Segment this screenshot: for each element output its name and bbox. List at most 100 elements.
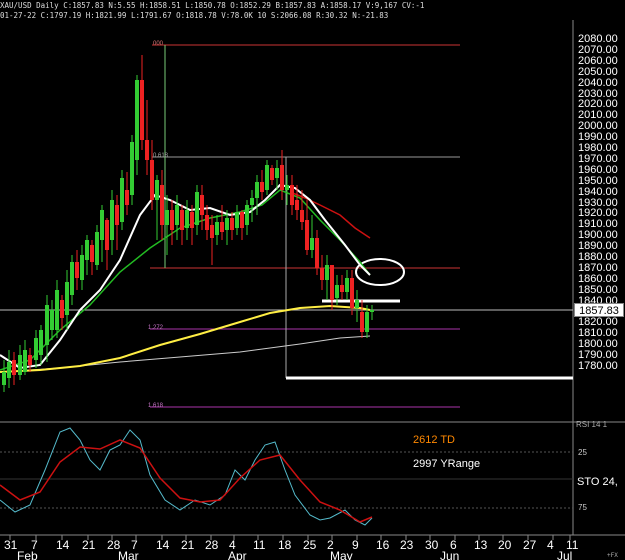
bear-candle — [160, 185, 164, 225]
month-label: Jul — [557, 549, 573, 560]
month-label: Jun — [440, 549, 460, 560]
bear-candle — [210, 225, 214, 238]
bear-candle — [280, 165, 284, 190]
bull-candle — [250, 198, 254, 205]
bull-candle — [285, 185, 289, 190]
fib-label-bottom: 1.618 — [148, 403, 164, 409]
bull-candle — [275, 168, 279, 178]
bull-candle — [45, 305, 49, 345]
bear-candle — [220, 222, 224, 232]
bear-candle — [200, 195, 204, 215]
day-label: 14 — [156, 538, 170, 552]
bull-candle — [135, 80, 139, 160]
day-label: 31 — [4, 538, 18, 552]
price-tick: 2040.00 — [578, 76, 618, 89]
sto-label: STO 24, — [577, 476, 618, 488]
bull-candle — [95, 232, 99, 265]
price-tick: 1940.00 — [578, 185, 618, 198]
day-label: 14 — [56, 538, 70, 552]
bull-candle — [235, 212, 239, 228]
bear-candle — [105, 220, 109, 250]
day-label: 11 — [253, 538, 266, 552]
bull-candle — [65, 282, 69, 315]
day-label: 4 — [547, 538, 554, 552]
bear-candle — [145, 140, 149, 160]
bear-candle — [28, 355, 32, 365]
day-label: 18 — [278, 538, 292, 552]
day-label: 13 — [474, 538, 488, 552]
bear-candle — [340, 285, 344, 292]
day-label: 28 — [205, 538, 219, 552]
month-label: Mar — [118, 549, 139, 560]
bear-candle — [330, 265, 334, 300]
chart-canvas[interactable] — [0, 0, 625, 560]
day-label: 20 — [498, 538, 512, 552]
corner-mark: +FX — [607, 552, 618, 559]
bull-candle — [2, 372, 6, 385]
ma-gray-line — [0, 335, 371, 373]
bull-candle — [310, 238, 314, 250]
current-price-box: 1857.83 — [574, 303, 624, 317]
day-label: 9 — [352, 538, 359, 552]
bull-candle — [175, 205, 179, 225]
bear-candle — [60, 300, 64, 318]
bear-candle — [350, 278, 354, 308]
bear-candle — [150, 160, 154, 200]
bear-candle — [90, 245, 94, 262]
bull-candle — [355, 300, 359, 308]
bear-candle — [140, 80, 144, 140]
bull-candle — [70, 262, 74, 295]
bull-candle — [225, 218, 229, 230]
bear-candle — [270, 168, 274, 180]
bull-candle — [215, 222, 219, 235]
day-label: 30 — [425, 538, 439, 552]
price-tick: 1780.00 — [578, 360, 618, 372]
bear-candle — [190, 212, 194, 228]
bull-candle — [130, 142, 134, 195]
fib-label-top: 000 — [153, 41, 164, 47]
bear-candle — [12, 360, 16, 375]
drawn-ellipse — [355, 258, 405, 286]
bull-candle — [370, 310, 374, 312]
day-label: 21 — [82, 538, 96, 552]
bear-candle — [115, 205, 119, 225]
day-label: 25 — [303, 538, 317, 552]
bull-candle — [7, 362, 11, 378]
bull-candle — [155, 180, 159, 200]
bull-candle — [39, 330, 43, 355]
bull-candle — [195, 192, 199, 225]
month-label: May — [330, 549, 353, 560]
bear-candle — [260, 182, 264, 192]
day-label: 27 — [523, 538, 537, 552]
bull-candle — [185, 210, 189, 228]
bull-candle — [255, 182, 259, 198]
bear-candle — [295, 200, 299, 210]
bull-candle — [165, 210, 169, 225]
bull-candle — [265, 165, 269, 190]
stoch-k-line — [0, 427, 373, 526]
stoch-tick-25: 25 — [578, 448, 587, 457]
bear-candle — [205, 215, 209, 230]
stoch-tick-75: 75 — [578, 503, 587, 512]
bull-candle — [100, 210, 104, 240]
month-label: Apr — [228, 549, 247, 560]
td-label: 2612 TD — [413, 434, 455, 446]
bear-candle — [320, 268, 324, 280]
bear-candle — [230, 218, 234, 230]
bull-candle — [110, 200, 114, 240]
day-label: 23 — [400, 538, 414, 552]
bull-candle — [85, 240, 89, 260]
bear-candle — [315, 238, 319, 268]
bull-candle — [50, 310, 54, 330]
bear-candle — [290, 185, 294, 205]
bull-candle — [365, 312, 369, 332]
fib-label-lower: 1.272 — [148, 325, 164, 331]
bull-candle — [245, 205, 249, 225]
bull-candle — [80, 255, 84, 280]
day-label: 16 — [376, 538, 390, 552]
bull-candle — [34, 338, 38, 360]
bear-candle — [305, 220, 309, 250]
month-label: Feb — [17, 549, 38, 560]
yrange-label: 2997 YRange — [413, 458, 481, 470]
bear-candle — [240, 212, 244, 228]
